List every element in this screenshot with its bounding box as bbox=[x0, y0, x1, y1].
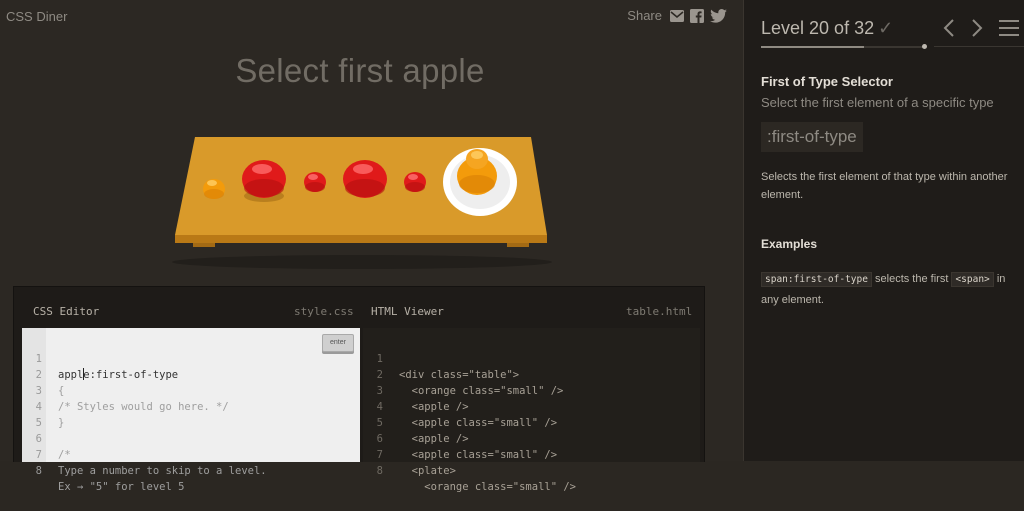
selector-name: First of Type Selector bbox=[761, 74, 893, 89]
level-progress-fill bbox=[761, 46, 865, 48]
example: span:first-of-type selects the first <sp… bbox=[761, 269, 1023, 310]
line-number: 8 bbox=[376, 465, 383, 477]
share-bar: Share bbox=[627, 8, 727, 23]
sidebar: Level 20 of 32 ✓ First of Type Selector S… bbox=[743, 0, 1024, 461]
editor-panel: CSS Editor style.css HTML Viewer table.h… bbox=[13, 286, 705, 493]
css-line: 6 /* bbox=[22, 415, 73, 461]
chevron-right-icon[interactable] bbox=[971, 18, 983, 38]
line-number: 8 bbox=[35, 465, 42, 477]
css-input-line[interactable]: 1 apple:first-of-type bbox=[22, 335, 178, 381]
small-apple[interactable] bbox=[404, 172, 426, 192]
html-line[interactable]: 7 <plate> bbox=[363, 431, 456, 477]
css-input[interactable]: apple:first-of-type bbox=[58, 367, 178, 383]
table-edge bbox=[175, 235, 547, 243]
examples-heading: Examples bbox=[761, 237, 818, 251]
html-line[interactable]: 3 <apple /> bbox=[363, 367, 469, 413]
level-instruction: Select first apple bbox=[235, 52, 485, 89]
small-apple[interactable] bbox=[304, 172, 326, 192]
html-line[interactable]: 5 <apple /> bbox=[363, 399, 469, 445]
html-code: <orange class="small" /> bbox=[399, 481, 577, 493]
html-line[interactable]: 1 <div class="table"> bbox=[363, 335, 519, 381]
html-code: <orange class="small" /> bbox=[399, 385, 564, 397]
css-line: 4 } bbox=[22, 383, 73, 429]
apple[interactable] bbox=[343, 160, 387, 198]
css-editor-label: CSS Editor bbox=[33, 305, 100, 318]
css-code: Type a number to skip to a level. bbox=[58, 465, 267, 477]
selector-description: Selects the first element of that type w… bbox=[761, 171, 1008, 201]
css-line: 5 bbox=[22, 399, 73, 429]
css-code: Ex → "5" for level 5 bbox=[58, 481, 185, 493]
header-rule bbox=[934, 46, 1024, 47]
html-file-name: table.html bbox=[626, 305, 693, 318]
selector-syntax: :first-of-type bbox=[761, 122, 863, 152]
css-editor[interactable]: enter 1 apple:first-of-type 2 { 3 /* Sty… bbox=[22, 328, 360, 493]
apple-target[interactable] bbox=[242, 160, 286, 202]
email-icon[interactable] bbox=[670, 9, 684, 22]
level-progress bbox=[761, 46, 926, 48]
css-line: 2 { bbox=[22, 351, 73, 397]
game-area: CSS Diner Share Select first apple CSS E… bbox=[0, 0, 743, 493]
example-code: span:first-of-type bbox=[761, 272, 872, 287]
table-shadow bbox=[172, 255, 552, 269]
css-line: 3 /* Styles would go here. */ bbox=[22, 367, 229, 413]
enter-button[interactable]: enter bbox=[322, 334, 354, 352]
logo[interactable]: CSS Diner bbox=[6, 9, 67, 24]
level-title: Level 20 of 32 bbox=[761, 18, 875, 38]
html-code: <apple class="small" /> bbox=[399, 417, 558, 429]
small-orange[interactable] bbox=[203, 179, 225, 199]
progress-dot bbox=[922, 44, 927, 49]
example-text: selects the first bbox=[875, 273, 949, 285]
html-viewer: 1 <div class="table"> 2 <orange class="s… bbox=[363, 328, 700, 493]
html-line[interactable]: 4 <apple class="small" /> bbox=[363, 383, 557, 429]
css-line: 7 Type a number to skip to a level. bbox=[22, 431, 267, 477]
html-line[interactable]: 2 <orange class="small" /> bbox=[363, 351, 564, 397]
css-file-name: style.css bbox=[294, 305, 354, 318]
share-label: Share bbox=[627, 8, 662, 23]
level-indicator[interactable]: Level 20 of 32 ✓ bbox=[761, 18, 893, 39]
table-scene bbox=[172, 137, 552, 269]
facebook-icon[interactable] bbox=[690, 8, 704, 23]
check-icon: ✓ bbox=[878, 18, 894, 38]
selector-summary: Select the first element of a specific t… bbox=[761, 95, 994, 110]
html-viewer-label: HTML Viewer bbox=[371, 305, 444, 318]
css-input-text-after: e:first-of-type bbox=[83, 369, 179, 381]
chevron-left-icon[interactable] bbox=[943, 18, 955, 38]
example-tag: <span> bbox=[951, 272, 994, 287]
html-line[interactable]: 6 <apple class="small" /> bbox=[363, 415, 557, 461]
css-code: /* Styles would go here. */ bbox=[58, 401, 229, 413]
twitter-icon[interactable] bbox=[710, 8, 727, 23]
html-code: <div class="table"> bbox=[399, 369, 520, 381]
